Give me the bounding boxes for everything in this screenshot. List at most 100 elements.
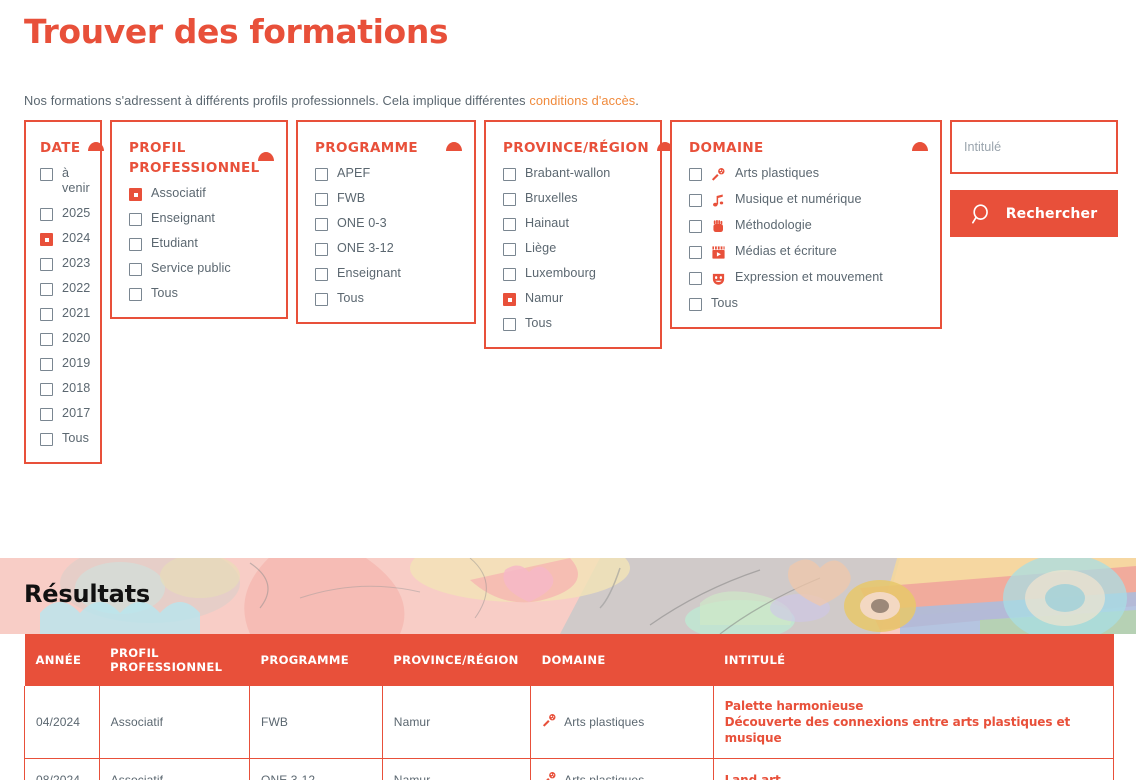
- checkbox-icon-checked[interactable]: [129, 188, 142, 201]
- checkbox-icon[interactable]: [40, 168, 53, 181]
- chevron-up-icon[interactable]: [88, 142, 105, 151]
- filter-option[interactable]: 2018: [40, 381, 94, 396]
- filter-option[interactable]: Liège: [503, 241, 650, 256]
- checkbox-icon[interactable]: [689, 168, 702, 181]
- filter-option[interactable]: Associatif: [129, 186, 276, 201]
- checkbox-icon[interactable]: [689, 246, 702, 259]
- filter-option-label: Bruxelles: [525, 191, 578, 205]
- filter-option[interactable]: 2021: [40, 306, 94, 321]
- checkbox-icon[interactable]: [129, 263, 142, 276]
- checkbox-icon[interactable]: [315, 268, 328, 281]
- filter-option[interactable]: Tous: [40, 431, 94, 446]
- filter-option[interactable]: 2022: [40, 281, 94, 296]
- filter-option[interactable]: Méthodologie: [689, 218, 930, 234]
- checkbox-icon[interactable]: [40, 358, 53, 371]
- column-header-profil[interactable]: PROFIL PROFESSIONNEL: [99, 634, 250, 686]
- checkbox-icon[interactable]: [129, 238, 142, 251]
- checkbox-icon[interactable]: [315, 168, 328, 181]
- checkbox-icon[interactable]: [503, 243, 516, 256]
- filter-option[interactable]: Tous: [689, 296, 930, 311]
- checkbox-icon[interactable]: [503, 193, 516, 206]
- search-button[interactable]: Rechercher: [950, 190, 1118, 237]
- checkbox-icon[interactable]: [503, 168, 516, 181]
- filter-option[interactable]: 2017: [40, 406, 94, 421]
- checkbox-icon[interactable]: [40, 208, 53, 221]
- filter-option[interactable]: Enseignant: [129, 211, 276, 226]
- checkbox-icon[interactable]: [315, 293, 328, 306]
- filter-option[interactable]: 2019: [40, 356, 94, 371]
- filter-option[interactable]: Etudiant: [129, 236, 276, 251]
- checkbox-icon[interactable]: [689, 298, 702, 311]
- filter-option[interactable]: Enseignant: [315, 266, 464, 281]
- conditions-acces-link[interactable]: conditions d'accès: [529, 93, 635, 108]
- filter-option[interactable]: Médias et écriture: [689, 244, 930, 260]
- checkbox-icon[interactable]: [689, 272, 702, 285]
- filter-option[interactable]: 2020: [40, 331, 94, 346]
- result-title-link[interactable]: Palette harmonieuse Découverte des conne…: [725, 698, 1103, 746]
- filter-option[interactable]: FWB: [315, 191, 464, 206]
- filter-option[interactable]: Luxembourg: [503, 266, 650, 281]
- checkbox-icon[interactable]: [315, 218, 328, 231]
- search-input[interactable]: [952, 122, 1116, 172]
- checkbox-icon-checked[interactable]: [40, 233, 53, 246]
- filter-option[interactable]: Namur: [503, 291, 650, 306]
- checkbox-icon[interactable]: [129, 288, 142, 301]
- column-header-annee[interactable]: ANNÉE: [24, 634, 100, 686]
- filter-option[interactable]: 2025: [40, 206, 94, 221]
- filter-header-profil-professionnel[interactable]: PROFIL PROFESSIONNEL: [112, 122, 286, 184]
- filter-header-programme[interactable]: PROGRAMME: [298, 122, 474, 164]
- filter-option[interactable]: Musique et numérique: [689, 192, 930, 208]
- checkbox-icon[interactable]: [503, 218, 516, 231]
- column-header-intitule[interactable]: INTITULÉ: [713, 634, 1114, 686]
- checkbox-icon[interactable]: [689, 194, 702, 207]
- chevron-up-icon[interactable]: [446, 142, 462, 151]
- checkbox-icon[interactable]: [503, 318, 516, 331]
- chevron-up-icon[interactable]: [258, 152, 274, 161]
- checkbox-icon[interactable]: [40, 408, 53, 421]
- cell-intitule[interactable]: Land art: [712, 758, 1115, 780]
- checkbox-icon[interactable]: [129, 213, 142, 226]
- filter-option[interactable]: à venir: [40, 166, 94, 196]
- filter-option-label: Musique et numérique: [735, 192, 862, 206]
- filter-option[interactable]: Expression et mouvement: [689, 270, 930, 286]
- filter-option-label: FWB: [337, 191, 366, 205]
- checkbox-icon[interactable]: [40, 383, 53, 396]
- table-row[interactable]: 08/2024 Associatif ONE 3-12 Namur Arts p…: [24, 758, 1115, 780]
- checkbox-icon[interactable]: [40, 433, 53, 446]
- column-header-province[interactable]: PROVINCE/RÉGION: [382, 634, 531, 686]
- filter-option[interactable]: Bruxelles: [503, 191, 650, 206]
- filter-option[interactable]: APEF: [315, 166, 464, 181]
- filter-header-domaine[interactable]: DOMAINE: [672, 122, 940, 164]
- table-row[interactable]: 04/2024 Associatif FWB Namur Arts plasti…: [24, 686, 1115, 759]
- filter-option-label: Associatif: [151, 186, 206, 200]
- filter-option[interactable]: Hainaut: [503, 216, 650, 231]
- filter-option[interactable]: 2024: [40, 231, 94, 246]
- chevron-up-icon[interactable]: [912, 142, 928, 151]
- filter-header-province-region[interactable]: PROVINCE/RÉGION: [486, 122, 673, 164]
- checkbox-icon[interactable]: [40, 333, 53, 346]
- checkbox-icon[interactable]: [689, 220, 702, 233]
- checkbox-icon[interactable]: [40, 258, 53, 271]
- cell-intitule[interactable]: Palette harmonieuse Découverte des conne…: [712, 686, 1115, 759]
- filter-group-programme: PROGRAMME APEF FWB ONE 0-3 ONE 3-12 Ense…: [296, 120, 476, 324]
- filter-option[interactable]: 2023: [40, 256, 94, 271]
- checkbox-icon-checked[interactable]: [503, 293, 516, 306]
- filter-option[interactable]: Brabant-wallon: [503, 166, 650, 181]
- checkbox-icon[interactable]: [315, 193, 328, 206]
- filter-option[interactable]: Tous: [503, 316, 650, 331]
- filter-option[interactable]: Tous: [129, 286, 276, 301]
- checkbox-icon[interactable]: [503, 268, 516, 281]
- result-title-link[interactable]: Land art: [725, 772, 1103, 780]
- filter-option[interactable]: ONE 0-3: [315, 216, 464, 231]
- filter-option[interactable]: Service public: [129, 261, 276, 276]
- checkbox-icon[interactable]: [40, 308, 53, 321]
- filter-option[interactable]: ONE 3-12: [315, 241, 464, 256]
- checkbox-icon[interactable]: [315, 243, 328, 256]
- column-header-programme[interactable]: PROGRAMME: [249, 634, 383, 686]
- filter-option[interactable]: Tous: [315, 291, 464, 306]
- filter-header-date[interactable]: DATE: [26, 122, 105, 164]
- column-header-domaine[interactable]: DOMAINE: [530, 634, 714, 686]
- filter-option[interactable]: Arts plastiques: [689, 166, 930, 182]
- checkbox-icon[interactable]: [40, 283, 53, 296]
- paint-brush-icon: [542, 713, 557, 731]
